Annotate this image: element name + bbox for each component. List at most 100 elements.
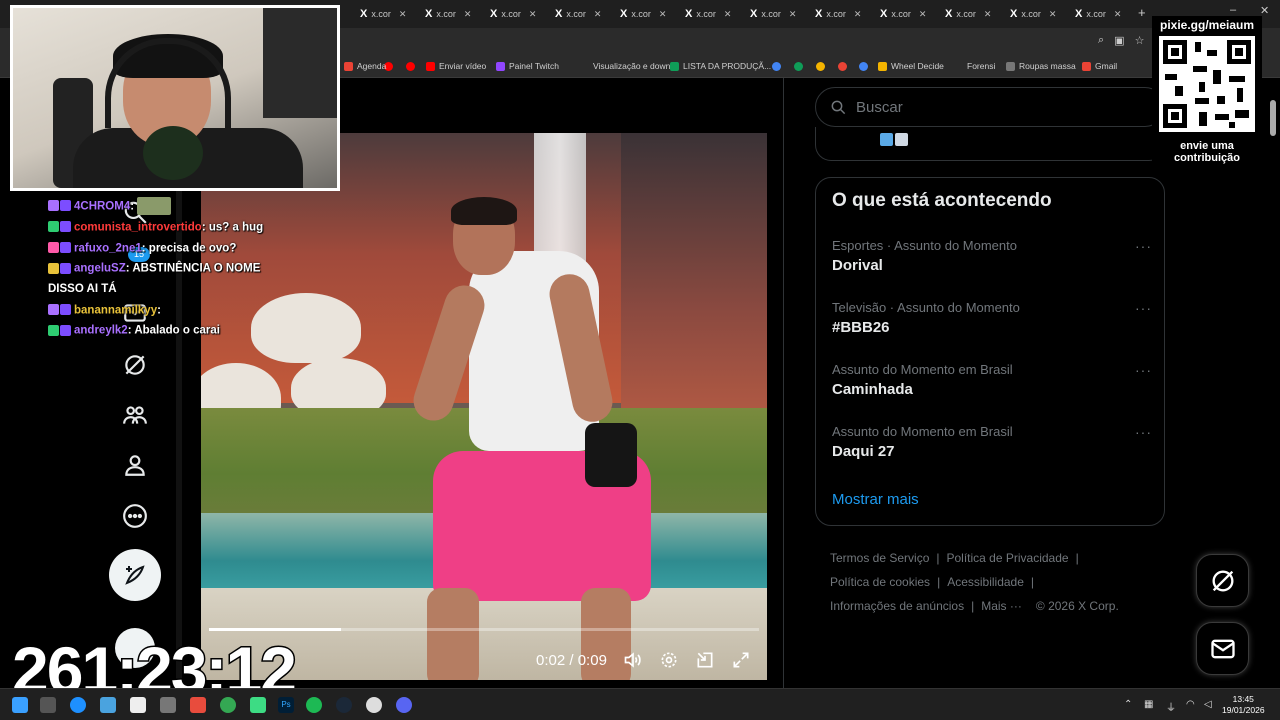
messages-fab-button[interactable] [1196, 622, 1249, 675]
profile-icon[interactable] [122, 452, 148, 478]
tab-close-icon[interactable]: ✕ [594, 9, 602, 20]
more-link[interactable]: Mais ··· [981, 599, 1022, 613]
chrome-icon[interactable] [220, 697, 236, 713]
browser-tab[interactable]: Xx.cor ✕ [490, 5, 536, 23]
search-box[interactable] [815, 87, 1165, 127]
app-icon[interactable] [190, 697, 206, 713]
chat-username[interactable]: angeluSZ [74, 263, 126, 275]
obs-icon[interactable] [366, 697, 382, 713]
spotify-icon[interactable] [306, 697, 322, 713]
site-bookmark-icon[interactable] [816, 62, 825, 71]
bookmark-item[interactable]: Visualização e down... [580, 61, 677, 71]
wifi-icon[interactable]: ◠ [1186, 699, 1195, 710]
tab-close-icon[interactable]: ✕ [984, 9, 992, 20]
minimize-icon[interactable]: – [1230, 4, 1236, 16]
cookies-link[interactable]: Política de cookies [830, 575, 930, 589]
zoom-icon[interactable]: ⌕ [1098, 34, 1104, 47]
ads-info-link[interactable]: Informações de anúncios [830, 599, 964, 613]
page-scrollbar[interactable] [1270, 100, 1276, 136]
show-more-link[interactable]: Mostrar mais [832, 491, 919, 508]
bookmark-item[interactable]: Enviar vídeo [426, 61, 486, 71]
app-icon[interactable] [130, 697, 146, 713]
steam-icon[interactable] [336, 697, 352, 713]
search-taskbar-icon[interactable] [40, 697, 56, 713]
chat-username[interactable]: andreylk2 [74, 325, 128, 337]
bookmark-item[interactable]: Agenda [344, 61, 386, 71]
speaker-icon[interactable]: ◁ [1204, 699, 1212, 710]
drive-bookmark-icon[interactable] [794, 62, 803, 71]
tab-close-icon[interactable]: ✕ [1049, 9, 1057, 20]
trend-more-icon[interactable]: ··· [1135, 300, 1152, 316]
trend-more-icon[interactable]: ··· [1135, 424, 1152, 440]
app-icon[interactable] [160, 697, 176, 713]
tray-chevron-icon[interactable]: ⌃ [1124, 699, 1132, 710]
bookmark-item[interactable]: Painel Twitch [496, 61, 559, 71]
bookmark-item[interactable]: Wheel Decide [878, 61, 944, 71]
chat-username[interactable]: 4CHROM4 [74, 200, 130, 212]
network-tray-icon[interactable]: ▦ [1144, 699, 1153, 710]
trend-item[interactable]: Esportes · Assunto do Momento Dorival ··… [832, 238, 1152, 288]
grok-icon[interactable] [122, 352, 148, 378]
tab-close-icon[interactable]: ✕ [464, 9, 472, 20]
browser-tab[interactable]: Xx.cor ✕ [1075, 5, 1121, 23]
chat-username[interactable]: rafuxo_2ne1 [74, 242, 142, 254]
accessibility-link[interactable]: Acessibilidade [947, 575, 1024, 589]
mic-tray-icon[interactable]: ⏚ [1166, 699, 1176, 714]
chat-username[interactable]: comunista_introvertido [74, 221, 202, 233]
browser-tab[interactable]: Xx.cor ✕ [555, 5, 601, 23]
grok-fab-button[interactable] [1196, 554, 1249, 607]
site-bookmark-icon[interactable] [772, 62, 781, 71]
tab-close-icon[interactable]: ✕ [399, 9, 407, 20]
tab-close-icon[interactable]: ✕ [659, 9, 667, 20]
communities-icon[interactable] [122, 402, 148, 428]
app-icon[interactable] [250, 697, 266, 713]
trend-more-icon[interactable]: ··· [1135, 238, 1152, 254]
browser-tab[interactable]: Xx.cor ✕ [620, 5, 666, 23]
volume-icon[interactable] [623, 650, 643, 670]
tab-close-icon[interactable]: ✕ [854, 9, 862, 20]
browser-tab[interactable]: Xx.cor ✕ [815, 5, 861, 23]
tab-close-icon[interactable]: ✕ [789, 9, 797, 20]
site-bookmark-icon[interactable] [838, 62, 847, 71]
picture-in-picture-icon[interactable] [695, 650, 715, 670]
edge-icon[interactable] [70, 697, 86, 713]
more-options-icon[interactable] [122, 503, 148, 529]
bookmark-item[interactable]: Roupas massa [1006, 61, 1076, 71]
video-player[interactable] [201, 133, 767, 680]
youtube-bookmark-icon[interactable] [406, 62, 415, 71]
system-clock[interactable]: 13:45 19/01/2026 [1222, 694, 1265, 716]
tab-close-icon[interactable]: ✕ [724, 9, 732, 20]
browser-tab[interactable]: Xx.cor ✕ [750, 5, 796, 23]
trend-more-icon[interactable]: ··· [1135, 362, 1152, 378]
trend-item[interactable]: Televisão · Assunto do Momento #BBB26 ··… [832, 300, 1152, 350]
bookmark-item[interactable]: LISTA DA PRODUÇÃ... [670, 61, 771, 71]
browser-tab[interactable]: Xx.cor ✕ [880, 5, 926, 23]
compose-post-button[interactable] [109, 549, 161, 601]
tab-close-icon[interactable]: ✕ [919, 9, 927, 20]
browser-tab[interactable]: Xx.cor ✕ [685, 5, 731, 23]
app-icon[interactable] [100, 697, 116, 713]
discord-icon[interactable] [396, 697, 412, 713]
tab-close-icon[interactable]: ✕ [1114, 9, 1122, 20]
chat-username[interactable]: banannamilkyy [74, 304, 157, 316]
bookmark-item[interactable]: Forensi [954, 61, 995, 71]
browser-tab[interactable]: Xx.cor ✕ [360, 5, 406, 23]
fullscreen-icon[interactable] [731, 650, 751, 670]
browser-tab[interactable]: Xx.cor ✕ [945, 5, 991, 23]
settings-gear-icon[interactable] [659, 650, 679, 670]
start-icon[interactable] [12, 697, 28, 713]
privacy-link[interactable]: Política de Privacidade [947, 551, 1069, 565]
browser-tab[interactable]: Xx.cor ✕ [425, 5, 471, 23]
new-tab-button[interactable]: + [1138, 5, 1146, 20]
bookmark-star-icon[interactable]: ☆ [1135, 34, 1145, 47]
terms-link[interactable]: Termos de Serviço [830, 551, 929, 565]
cast-icon[interactable]: ▣ [1114, 34, 1124, 47]
trend-item[interactable]: Assunto do Momento em Brasil Daqui 27 ··… [832, 424, 1152, 474]
tab-close-icon[interactable]: ✕ [529, 9, 537, 20]
trend-item[interactable]: Assunto do Momento em Brasil Caminhada ·… [832, 362, 1152, 412]
browser-tab[interactable]: Xx.cor ✕ [1010, 5, 1056, 23]
search-input[interactable] [856, 98, 1136, 116]
gmail-bookmark-icon[interactable] [859, 62, 868, 71]
bookmark-item[interactable]: Gmail [1082, 61, 1117, 71]
photoshop-icon[interactable]: Ps [278, 697, 294, 713]
